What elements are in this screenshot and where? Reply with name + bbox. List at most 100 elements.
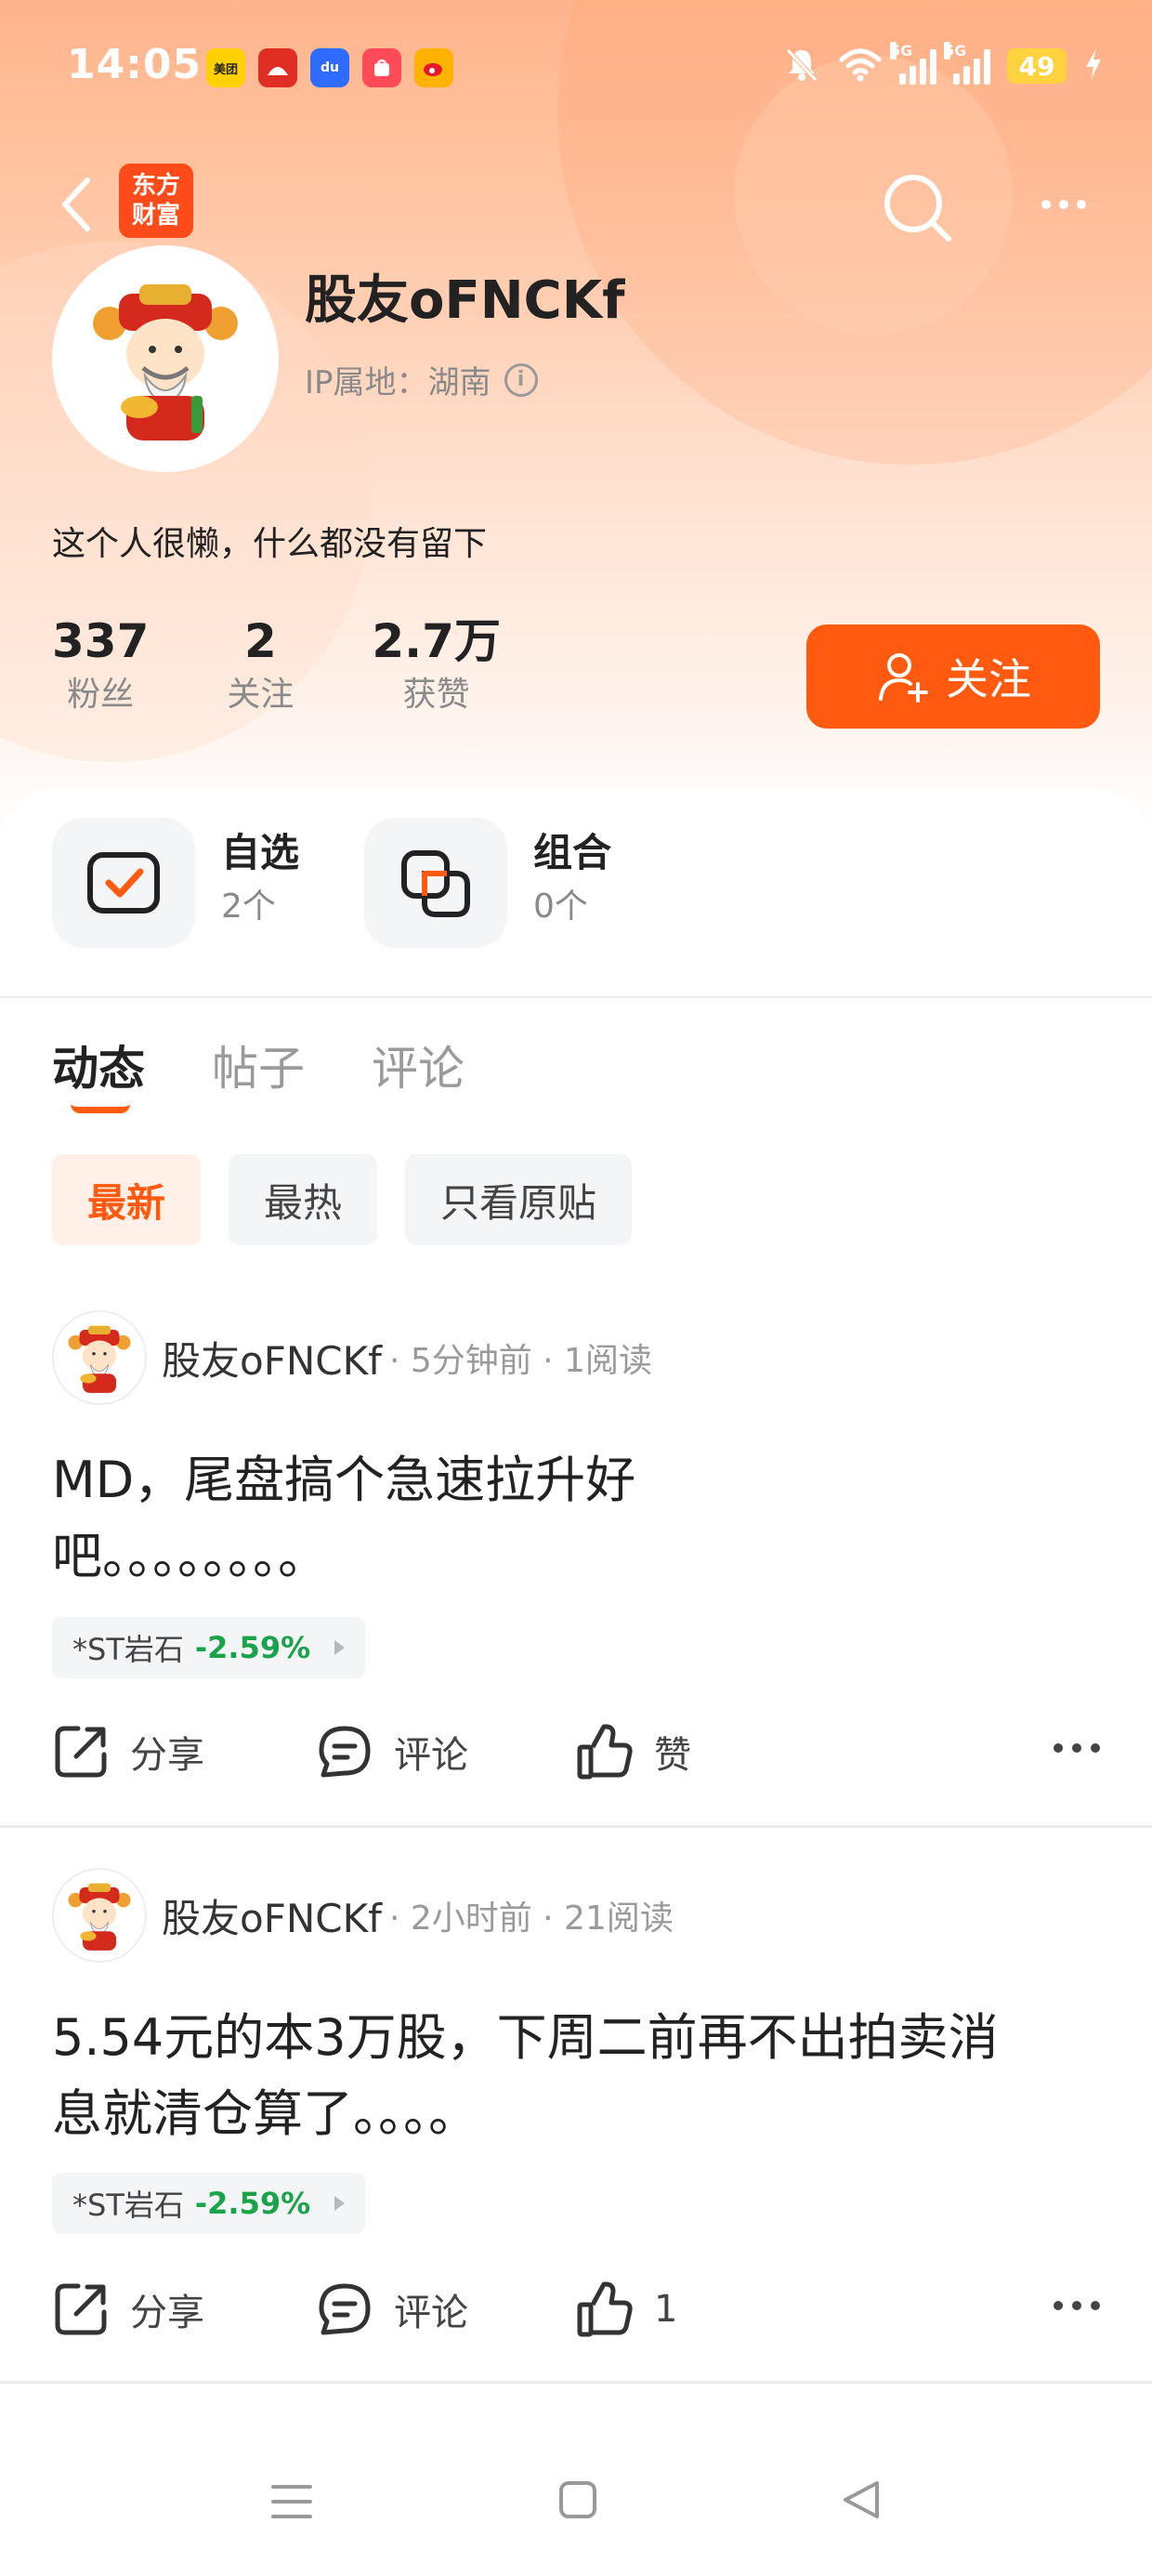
author-name[interactable]: 股友oFNCKf	[162, 1887, 382, 1944]
dot	[1041, 200, 1051, 209]
divider	[0, 996, 1152, 998]
tab-posts[interactable]: 帖子	[212, 1032, 305, 1098]
post-content[interactable]: MD，尾盘搞个急速拉升好 吧。。。。。。。。	[52, 1442, 635, 1595]
post-meta: · 5分钟前 · 1阅读	[388, 1342, 652, 1380]
info-icon[interactable]: i	[504, 362, 538, 397]
mute-bell-icon	[782, 45, 821, 87]
stock-change: -2.59%	[194, 2186, 311, 2221]
stock-tag[interactable]: *ST岩石 -2.59%	[52, 2173, 366, 2234]
shopping-app-icon	[362, 48, 401, 87]
baidu-app-icon: du	[310, 48, 349, 87]
status-indicators: 5G 5G 49	[782, 42, 1104, 87]
ip-location-row: IP属地：湖南 i	[305, 357, 538, 402]
follow-button[interactable]: 关注	[806, 624, 1100, 729]
watchlist-count: 2个	[221, 887, 276, 926]
portfolio-icon-box	[364, 818, 507, 948]
caishen-avatar-icon	[93, 284, 238, 440]
comment-button[interactable]: 评论	[316, 2280, 468, 2338]
like-count: 1	[654, 2288, 678, 2331]
watchlist-icon-box	[52, 818, 195, 948]
stock-change: -2.59%	[194, 1630, 311, 1665]
stat-value: 2.7万	[372, 614, 501, 668]
comment-button[interactable]: 评论	[316, 1723, 468, 1781]
triangle-right-icon	[334, 1640, 346, 1655]
watchlist-title: 自选	[221, 830, 300, 875]
share-button[interactable]: 分享	[52, 1723, 204, 1781]
stat-fans[interactable]: 337 粉丝	[52, 613, 149, 721]
portfolio-entry[interactable]: 组合 0个	[364, 818, 611, 948]
system-nav-bar	[0, 2416, 1152, 2576]
post-item[interactable]: 股友oFNCKf · 2小时前 · 21阅读 5.54元的本3万股，下周二前再不…	[0, 1868, 1152, 2384]
back-nav-icon[interactable]	[840, 2477, 884, 2522]
post-content[interactable]: 5.54元的本3万股，下周二前再不出拍卖消 息就清仓算了。。。。	[52, 2000, 999, 2152]
author-name[interactable]: 股友oFNCKf	[162, 1330, 382, 1387]
share-icon	[55, 2283, 107, 2335]
like-button[interactable]: 1	[576, 2280, 677, 2338]
caishen-avatar-icon	[68, 1325, 131, 1393]
filter-hottest[interactable]: 最热	[229, 1154, 378, 1245]
post-header: 股友oFNCKf · 5分钟前 · 1阅读	[52, 1310, 652, 1405]
author-avatar[interactable]	[52, 1310, 147, 1405]
watchlist-text: 自选 2个	[221, 829, 299, 937]
triangle-right-icon	[334, 2196, 346, 2211]
cellular-signal-1-icon: 5G	[890, 42, 936, 85]
stat-value: 2	[243, 614, 277, 668]
battery-level: 49	[1007, 48, 1067, 84]
search-button[interactable]	[875, 165, 959, 249]
divider	[0, 1825, 1152, 1828]
like-count: 赞	[654, 1734, 691, 1777]
chevron-left-icon	[62, 177, 90, 231]
post-header: 股友oFNCKf · 2小时前 · 21阅读	[52, 1868, 674, 1963]
filter-original-only[interactable]: 只看原贴	[405, 1154, 633, 1245]
post-meta: · 2小时前 · 21阅读	[388, 1899, 674, 1938]
charging-icon	[1083, 46, 1104, 85]
thumbs-up-icon	[577, 1724, 633, 1780]
status-app-icons: 美团 du	[206, 48, 453, 87]
share-button[interactable]: 分享	[52, 2280, 204, 2338]
thumbs-up-icon	[577, 2281, 633, 2337]
author-avatar[interactable]	[52, 1868, 147, 1963]
comment-icon	[319, 1726, 371, 1778]
stock-name: *ST岩石	[72, 1632, 184, 1667]
home-icon[interactable]	[557, 2479, 598, 2520]
stat-following[interactable]: 2 关注	[227, 613, 294, 721]
stat-likes[interactable]: 2.7万 获赞	[372, 613, 501, 721]
stat-label: 获赞	[402, 676, 470, 714]
comment-icon	[319, 2283, 371, 2335]
portfolio-icon	[401, 850, 470, 917]
post-more-button[interactable]	[1054, 1743, 1100, 1753]
ip-location: IP属地：湖南	[305, 364, 491, 401]
profile-bio: 这个人很懒，什么都没有留下	[52, 525, 488, 563]
search-icon	[884, 175, 951, 242]
more-options-button[interactable]	[1022, 177, 1106, 232]
post-actions: 分享 评论 赞	[52, 1715, 1100, 1790]
divider	[0, 2381, 1152, 2384]
profile-avatar[interactable]	[52, 245, 279, 472]
dot	[1059, 200, 1068, 209]
cellular-signal-2-icon: 5G	[944, 42, 990, 85]
add-user-icon	[879, 653, 928, 703]
tab-activity[interactable]: 动态	[52, 1032, 145, 1113]
stock-name: *ST岩石	[72, 2188, 184, 2223]
watchlist-entry[interactable]: 自选 2个	[52, 818, 299, 948]
filter-latest[interactable]: 最新	[52, 1154, 202, 1245]
stock-tag[interactable]: *ST岩石 -2.59%	[52, 1617, 366, 1678]
post-item[interactable]: 股友oFNCKf · 5分钟前 · 1阅读 MD，尾盘搞个急速拉升好 吧。。。。…	[0, 1310, 1152, 1826]
stat-label: 粉丝	[67, 676, 135, 714]
profile-stats: 337 粉丝 2 关注 2.7万 获赞	[52, 613, 579, 721]
back-button[interactable]	[48, 167, 104, 242]
tab-comments[interactable]: 评论	[372, 1032, 465, 1098]
meituan-app-icon: 美团	[206, 48, 245, 87]
like-button[interactable]: 赞	[576, 1723, 691, 1781]
content-tabs: 动态 帖子 评论	[52, 1032, 465, 1113]
share-icon	[55, 1726, 107, 1778]
profile-username: 股友oFNCKf	[305, 270, 625, 331]
dot	[1077, 200, 1086, 209]
profile-page: 14:05 美团 du 5G 5G 49 东方 财富 股友oFNCKf IP属地…	[0, 0, 1152, 2576]
filter-chips: 最新 最热 只看原贴	[52, 1154, 633, 1245]
stat-value: 337	[52, 614, 150, 668]
checkbox-icon	[87, 852, 160, 913]
recent-apps-icon[interactable]	[269, 2481, 314, 2522]
follow-label: 关注	[946, 654, 1031, 704]
post-more-button[interactable]	[1054, 2301, 1100, 2310]
